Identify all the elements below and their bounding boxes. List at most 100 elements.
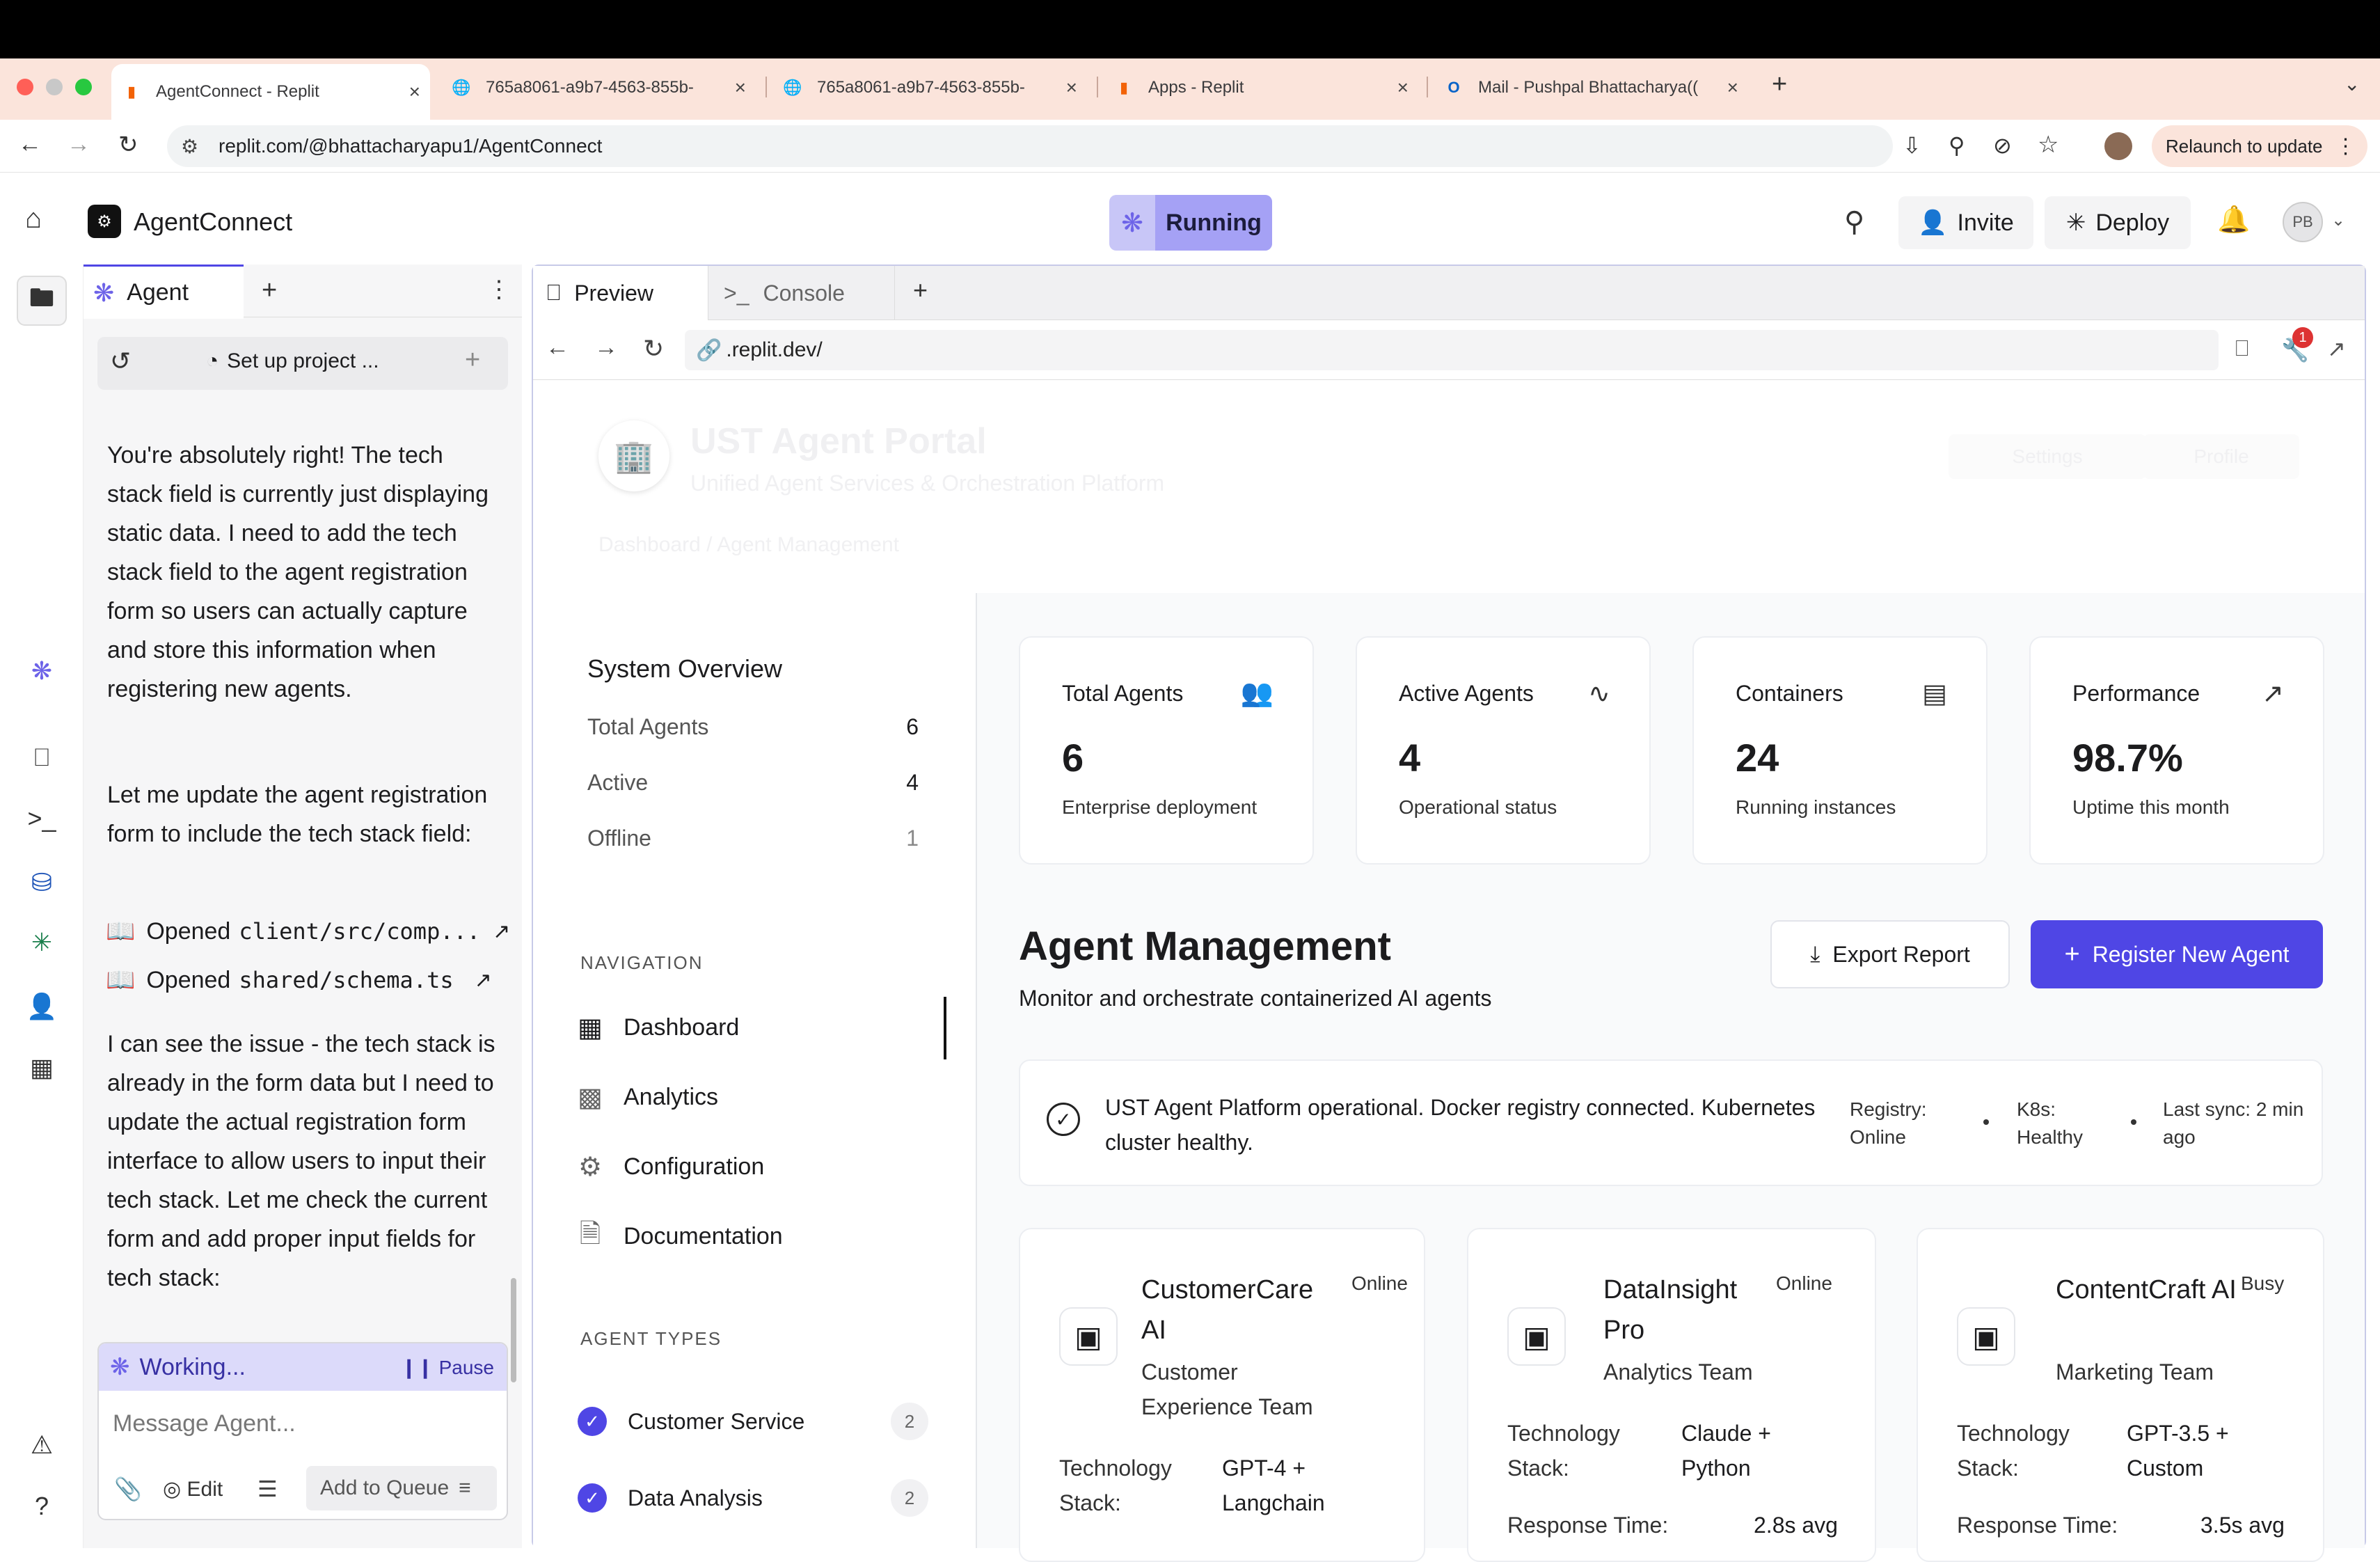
nav-documentation[interactable]: 🗎 Documentation [573,1220,783,1253]
export-report-button[interactable]: ⤓ Export Report [1770,920,2010,988]
overview-title: System Overview [587,654,783,683]
settings-button[interactable]: Settings [1949,434,2146,479]
home-icon[interactable]: ⌂ [25,203,42,235]
chevron-down-icon[interactable]: ⌄ [2331,210,2345,230]
window-minimize-button[interactable] [46,79,63,95]
address-bar[interactable]: ⚙ replit.com/@bhattacharyapu1/AgentConne… [167,125,1893,167]
browser-tab-mail[interactable]: O Mail - Pushpal Bhattacharya(( × [1434,67,1748,109]
breadcrumb-item[interactable]: Dashboard [598,533,701,556]
window-close-button[interactable] [17,79,33,95]
back-arrow-icon[interactable]: ← [18,131,42,158]
close-icon[interactable]: × [1066,77,1077,99]
agent-type-data-analysis[interactable]: ✓ Data Analysis 2 [578,1478,928,1517]
agent-message-3: I can see the issue - the tech stack is … [107,1031,495,1291]
close-icon[interactable]: × [735,77,746,99]
opened-path: shared/schema.ts [239,967,454,993]
database-icon[interactable]: ⛁ [25,866,58,899]
nav-configuration[interactable]: ⚙ Configuration [573,1150,764,1183]
reload-icon[interactable]: ↻ [118,131,138,159]
profile-button[interactable]: Profile [2143,434,2299,479]
history-icon[interactable]: ↺ [110,347,131,376]
run-status-button[interactable]: ❋ Running [1109,195,1272,251]
attach-icon[interactable]: 📎 [114,1476,142,1502]
agent-type-customer-service[interactable]: ✓ Customer Service 2 [578,1402,928,1441]
site-settings-icon[interactable]: ⚙ [181,135,198,158]
agent-card-datainsight[interactable]: ▣ DataInsight Pro Online Analytics Team … [1467,1228,1876,1562]
profile-avatar[interactable] [2104,132,2132,160]
reload-icon[interactable]: ↻ [643,334,664,363]
install-app-icon[interactable]: ⇩ [1903,132,1921,159]
agent-card-customercare[interactable]: ▣ CustomerCare AI Online Customer Experi… [1019,1228,1425,1562]
window-zoom-button[interactable] [75,79,92,95]
agent-card-contentcraft[interactable]: ▣ ContentCraft AI Busy Marketing Team Te… [1917,1228,2324,1562]
opened-file-1[interactable]: 📖 Opened client/src/comp... ↗ [106,917,510,945]
close-icon[interactable]: × [1727,77,1738,99]
user-avatar[interactable]: PB [2283,202,2323,242]
edit-button[interactable]: ◎ Edit [163,1477,223,1501]
tab-agent[interactable]: ❋ Agent [84,265,244,319]
agent-name: DataInsight Pro [1603,1275,1738,1345]
devices-icon[interactable]: ⎕ [2235,336,2248,362]
external-link-icon[interactable]: ↗ [475,968,492,993]
shell-icon[interactable]: >_ [25,802,58,835]
outlook-icon: O [1447,79,1460,96]
composer: ❋ Working... ❙❙ Pause Message Agent... 📎… [97,1342,508,1520]
close-icon[interactable]: × [409,81,420,103]
browser-tab-apps[interactable]: ▮ Apps - Replit × [1104,67,1418,109]
new-tab-icon[interactable]: + [262,276,277,306]
tab-console[interactable]: >_ Console [710,266,895,320]
preview-url-input[interactable]: 🔗 .replit.dev/ [685,330,2219,370]
deploy-button[interactable]: ✳ Deploy [2045,196,2191,249]
files-icon[interactable]: 🖿 [17,276,67,326]
bell-icon[interactable]: 🔔 [2217,205,2250,235]
eye-off-icon[interactable]: ⊘ [1993,132,2012,159]
register-new-agent-button[interactable]: + Register New Agent [2031,920,2323,988]
nav-dashboard[interactable]: ▦ Dashboard [573,1011,739,1044]
invite-button[interactable]: 👤 Invite [1898,196,2033,249]
stat-card-active-agents: Active Agents ∿ 4 Operational status [1356,636,1651,865]
whats-new-icon[interactable]: ⚠ [25,1428,58,1462]
tab-search-chevron-icon[interactable]: ⌄ [2344,72,2360,95]
agent-types-heading: AGENT TYPES [580,1328,722,1349]
nav-analytics[interactable]: ▩ Analytics [573,1080,718,1114]
star-icon[interactable]: ☆ [2038,131,2058,159]
new-tab-icon[interactable]: + [1772,70,1787,100]
external-link-icon[interactable]: ↗ [493,920,510,944]
open-external-icon[interactable]: ↗ [2327,336,2346,362]
new-tab-icon[interactable]: + [913,276,928,305]
tech-stack-value: Claude + Python [1681,1421,1771,1481]
breadcrumb-separator: / [706,533,717,556]
project-name[interactable]: AgentConnect [134,207,292,237]
message-input[interactable]: Message Agent... [113,1410,296,1437]
search-icon[interactable]: ⚲ [1844,206,1864,238]
breadcrumb-item[interactable]: Agent Management [717,533,899,556]
agent-icon[interactable]: ❋ [25,654,58,688]
tab-label: Preview [574,280,654,306]
browser-tab-agentconnect[interactable]: ▮ AgentConnect - Replit × [111,64,430,120]
relaunch-button[interactable]: Relaunch to update ⋮ [2152,125,2367,167]
browser-tab-uuid-2[interactable]: 🌐 765a8061-a9b7-4563-855b- × [772,67,1087,109]
zoom-icon[interactable]: ⚲ [1949,132,1965,159]
help-icon[interactable]: ? [25,1490,58,1523]
opened-prefix: Opened [146,917,231,945]
back-arrow-icon[interactable]: ← [546,334,569,361]
add-icon[interactable]: + [465,345,480,375]
scrollbar[interactable] [511,1278,516,1382]
preview-icon[interactable]: ⎕ [25,741,58,774]
deployments-icon[interactable]: ✳ [25,926,58,959]
add-to-queue-button[interactable]: Add to Queue ≡ [306,1466,497,1510]
close-icon[interactable]: × [1397,77,1409,99]
forward-arrow-icon[interactable]: → [594,334,618,361]
pause-button[interactable]: ❙❙ Pause [401,1356,494,1379]
task-button[interactable]: ◔ Set up project ... [206,349,379,373]
tab-preview[interactable]: ⎕ Preview [533,266,708,320]
sliders-icon[interactable]: ☰ [257,1476,278,1502]
grid-icon[interactable]: ▦ [25,1051,58,1084]
agent-name: CustomerCare AI [1141,1275,1314,1345]
more-vertical-icon[interactable]: ⋮ [487,276,511,303]
forward-arrow-icon[interactable]: → [67,131,90,158]
browser-tab-uuid-1[interactable]: 🌐 765a8061-a9b7-4563-855b- × [441,67,756,109]
opened-file-2[interactable]: 📖 Opened shared/schema.ts ↗ [106,966,492,994]
agent-logo-icon: ❋ [93,278,115,307]
users-check-icon[interactable]: 👤 [25,990,58,1023]
